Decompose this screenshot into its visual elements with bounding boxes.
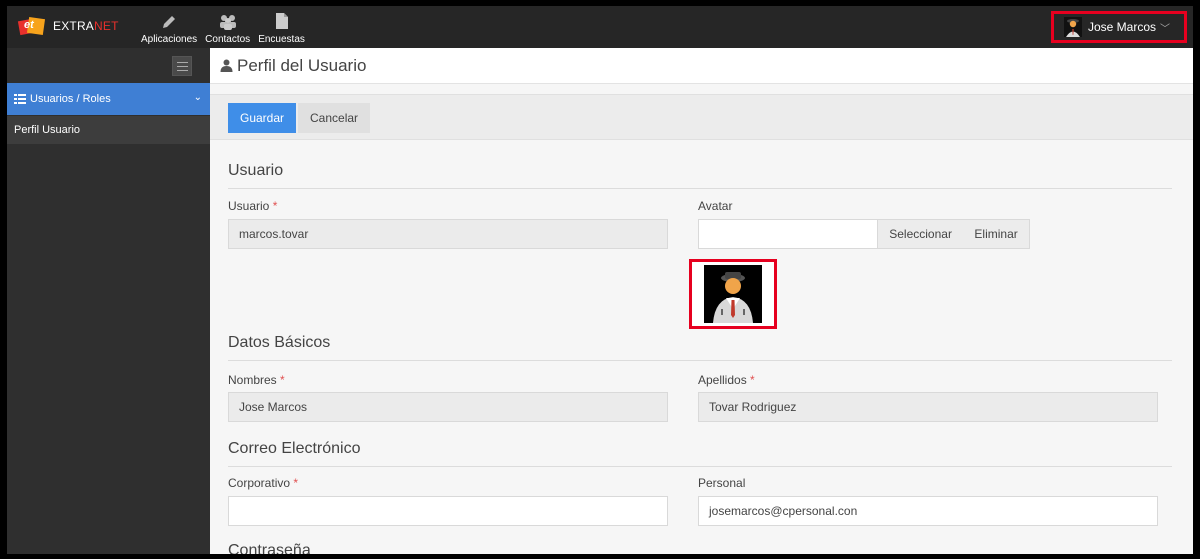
- section-title-contrasena: Contraseña: [228, 542, 311, 554]
- avatar-file-group: Seleccionar Eliminar: [698, 219, 1030, 249]
- nombres-field[interactable]: Jose Marcos: [228, 392, 668, 422]
- logo-badge-icon: et: [17, 16, 49, 36]
- personal-email-field[interactable]: josemarcos@cpersonal.con: [698, 496, 1158, 526]
- chevron-down-icon: ⌄: [193, 92, 202, 103]
- app-logo[interactable]: et EXTRANET: [17, 16, 119, 36]
- pencil-icon: [161, 10, 177, 30]
- section-title-correo: Correo Electrónico: [228, 440, 361, 457]
- list-icon: [14, 94, 26, 104]
- avatar-preview: [689, 259, 777, 329]
- section-title-datos-basicos: Datos Básicos: [228, 334, 331, 351]
- logo-text: EXTRANET: [53, 19, 119, 33]
- select-avatar-button[interactable]: Seleccionar: [889, 227, 952, 241]
- apellidos-field[interactable]: Tovar Rodriguez: [698, 392, 1158, 422]
- apellidos-label: Apellidos *: [698, 373, 755, 387]
- corporativo-label: Corporativo *: [228, 476, 299, 490]
- nav-contactos[interactable]: Contactos: [205, 10, 250, 45]
- app-window: et EXTRANET Aplicaciones Contactos Encue…: [7, 6, 1193, 554]
- corporativo-email-field[interactable]: [228, 496, 668, 526]
- username-label: Usuario *: [228, 199, 278, 213]
- form-toolbar: Guardar Cancelar: [210, 94, 1193, 140]
- section-title-usuario: Usuario: [228, 162, 284, 179]
- divider: [228, 466, 1172, 467]
- nombres-label: Nombres *: [228, 373, 285, 387]
- sidebar-item-perfil-usuario[interactable]: Perfil Usuario: [7, 116, 210, 144]
- divider: [228, 360, 1172, 361]
- delete-avatar-button[interactable]: Eliminar: [974, 227, 1017, 241]
- user-name: Jose Marcos: [1088, 20, 1157, 34]
- users-icon: [218, 10, 238, 30]
- nav-aplicaciones[interactable]: Aplicaciones: [141, 10, 197, 45]
- top-bar: et EXTRANET Aplicaciones Contactos Encue…: [7, 6, 1193, 48]
- sidebar-item-label: Perfil Usuario: [14, 124, 81, 136]
- page-header: Perfil del Usuario: [210, 48, 1193, 84]
- user-menu[interactable]: Jose Marcos ﹀: [1051, 11, 1187, 43]
- top-nav: Aplicaciones Contactos Encuestas: [141, 10, 313, 45]
- user-avatar-icon: [1064, 17, 1082, 37]
- user-icon: [220, 59, 233, 72]
- avatar-label: Avatar: [698, 199, 733, 213]
- sidebar-item-label: Usuarios / Roles: [30, 93, 111, 105]
- nav-encuestas[interactable]: Encuestas: [258, 10, 305, 45]
- main-content: Perfil del Usuario Guardar Cancelar Usua…: [210, 48, 1193, 554]
- menu-toggle-icon[interactable]: [172, 56, 192, 76]
- cancel-button[interactable]: Cancelar: [298, 103, 371, 133]
- divider: [228, 188, 1172, 189]
- avatar-file-input[interactable]: [698, 219, 878, 249]
- profile-form: Usuario Usuario * marcos.tovar Avatar Se…: [210, 140, 1193, 554]
- avatar-image: [704, 265, 762, 323]
- sidebar: Usuarios / Roles ⌄ Perfil Usuario: [7, 48, 210, 554]
- chevron-down-icon: ﹀: [1160, 23, 1171, 35]
- page-title: Perfil del Usuario: [237, 55, 367, 75]
- username-field[interactable]: marcos.tovar: [228, 219, 668, 249]
- document-icon: [275, 10, 289, 30]
- sidebar-item-usuarios-roles[interactable]: Usuarios / Roles ⌄: [7, 83, 210, 115]
- avatar-file-buttons: Seleccionar Eliminar: [878, 219, 1030, 249]
- save-button[interactable]: Guardar: [228, 103, 297, 133]
- personal-label: Personal: [698, 476, 746, 490]
